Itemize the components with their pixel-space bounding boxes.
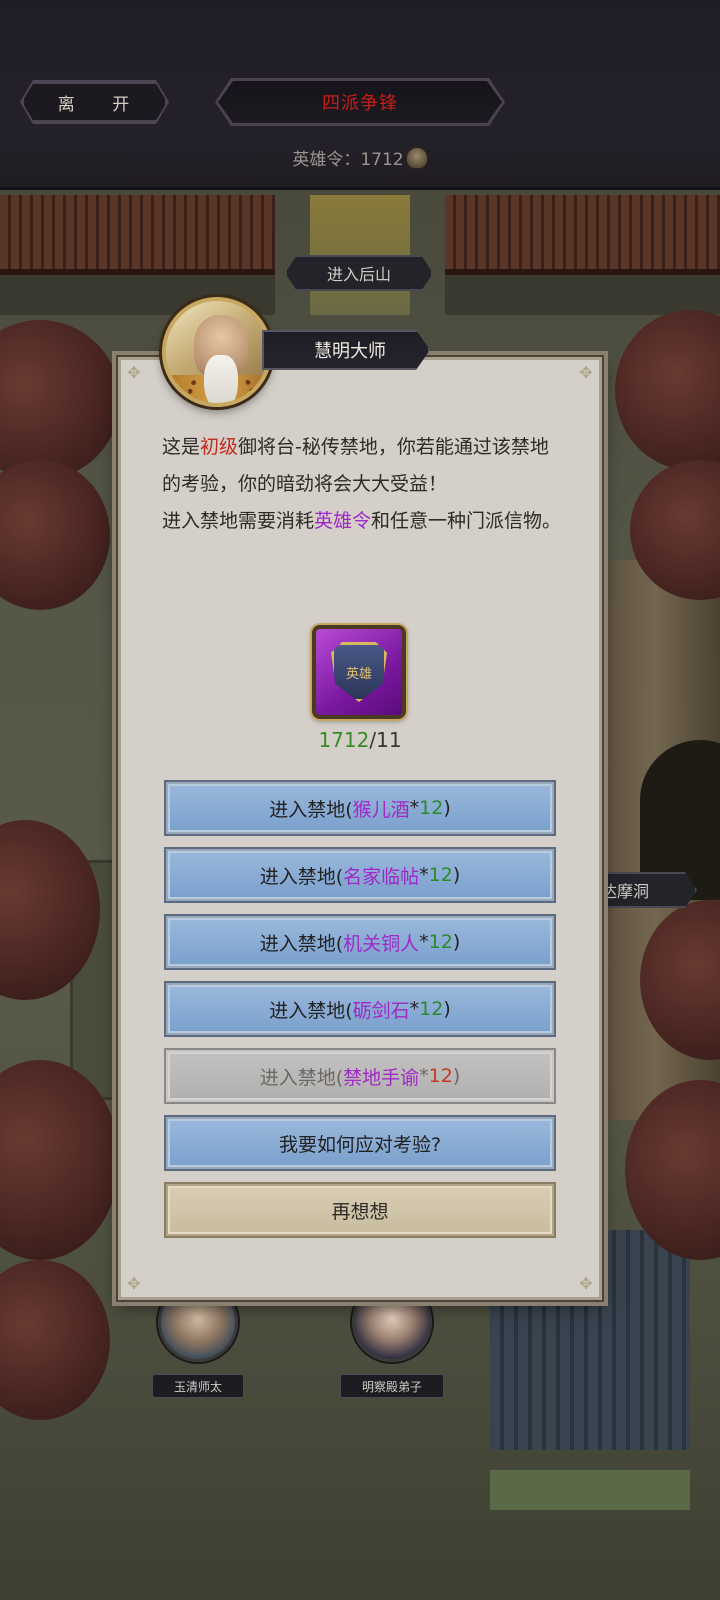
option-prefix: 进入禁地(	[259, 1066, 344, 1089]
currency-display: 英雄令：1712	[0, 145, 720, 170]
enter-option-button[interactable]: 进入禁地(猴儿酒 * 12)	[166, 782, 554, 834]
enter-option-button[interactable]: 进入禁地(机关铜人 * 12)	[166, 916, 554, 968]
enter-option-button[interactable]: 进入禁地(砺剑石 * 12)	[166, 983, 554, 1035]
npc-label-yuqing: 玉清师太	[152, 1374, 244, 1398]
option-suffix: )	[443, 998, 451, 1020]
dialog-text: 这是初级御将台-秘传禁地，你若能通过该禁地的考验，你的暗劲将会大大受益！ 进入禁…	[162, 429, 562, 540]
option-num: 12	[428, 931, 453, 953]
roof-right	[445, 195, 720, 275]
roof-left	[0, 195, 275, 275]
option-num: 12	[419, 998, 444, 1020]
npc-label-mingcha: 明察殿弟子	[340, 1374, 444, 1398]
count-owned: 1712	[318, 728, 370, 752]
option-prefix: 进入禁地(	[269, 999, 353, 1022]
speaker-name: 慧明大师	[262, 330, 430, 370]
hero-token-item[interactable]: 英雄	[312, 625, 406, 719]
stairs	[490, 1470, 690, 1510]
option-prefix: 进入禁地(	[269, 798, 353, 821]
reconsider-button[interactable]: 再想想	[166, 1184, 554, 1236]
level-highlight: 初级	[200, 436, 239, 458]
wall-right	[445, 275, 720, 315]
option-star: *	[419, 1065, 429, 1087]
item-highlight: 英雄令	[314, 510, 372, 532]
option-item: 机关铜人	[343, 932, 420, 955]
location-back-mountain[interactable]: 进入后山	[285, 255, 433, 291]
corner-ornament-icon: ✥	[127, 363, 141, 382]
option-num: 12	[419, 797, 444, 819]
corner-ornament-icon: ✥	[127, 1274, 141, 1293]
count-needed: /11	[369, 728, 402, 752]
option-suffix: )	[452, 1065, 461, 1087]
prayer-beads	[188, 371, 254, 403]
option-star: *	[409, 998, 420, 1020]
option-item: 禁地手谕	[343, 1066, 420, 1089]
dialog-text-part: 这是	[162, 436, 201, 458]
currency-label: 英雄令：1712	[292, 150, 404, 170]
dialog-text-part: 和任意一种门派信物。	[371, 510, 562, 532]
how-to-face-trial-button[interactable]: 我要如何应对考验?	[166, 1117, 554, 1169]
enter-option-button[interactable]: 进入禁地(名家临帖 * 12)	[166, 849, 554, 901]
option-item: 砺剑石	[352, 999, 410, 1022]
option-suffix: )	[452, 864, 461, 886]
option-prefix: 进入禁地(	[259, 932, 344, 955]
option-num: 12	[428, 1065, 453, 1087]
leave-button[interactable]: 离 开	[22, 82, 167, 122]
option-star: *	[409, 797, 420, 819]
item-count: 1712/11	[0, 728, 720, 752]
page-title: 四派争锋	[218, 81, 502, 123]
option-suffix: )	[443, 797, 451, 819]
corner-ornament-icon: ✥	[579, 363, 593, 382]
option-item: 猴儿酒	[352, 798, 410, 821]
option-num: 12	[428, 864, 453, 886]
option-item: 名家临帖	[343, 865, 420, 888]
enter-option-button-disabled[interactable]: 进入禁地(禁地手谕 * 12)	[166, 1050, 554, 1102]
dialog-text-part: 进入禁地需要消耗	[162, 510, 315, 532]
option-star: *	[419, 864, 429, 886]
speaker-portrait	[162, 297, 272, 407]
option-suffix: )	[452, 931, 461, 953]
option-star: *	[419, 931, 429, 953]
top-bar: 离 开 四派争锋 英雄令：1712	[0, 0, 720, 190]
hero-token-icon	[405, 146, 428, 169]
option-prefix: 进入禁地(	[259, 865, 344, 888]
corner-ornament-icon: ✥	[579, 1274, 593, 1293]
hero-token-icon: 英雄	[331, 642, 387, 702]
